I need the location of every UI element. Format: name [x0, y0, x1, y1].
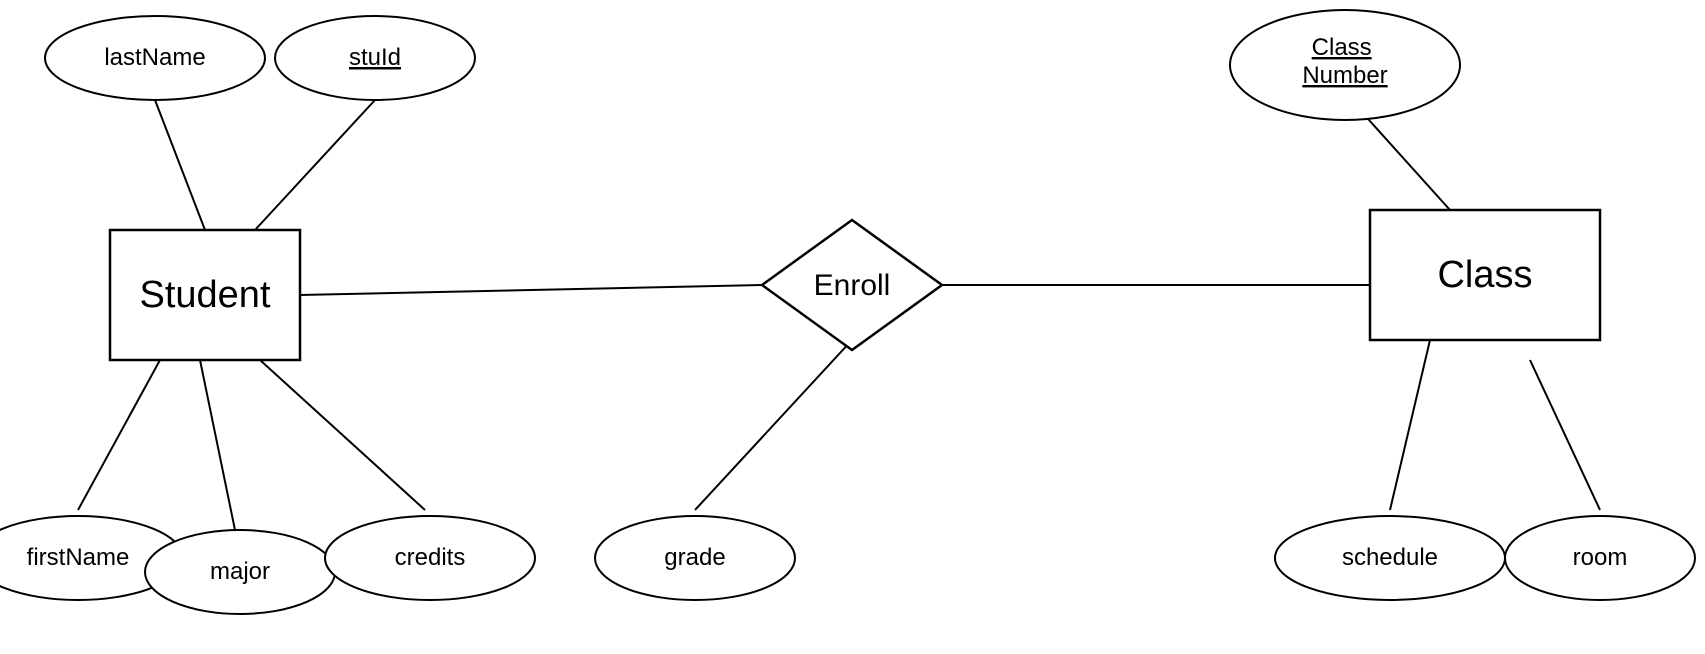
stuId-label: stuId	[349, 44, 401, 71]
schedule-label: schedule	[1342, 544, 1438, 571]
student-label: Student	[140, 274, 271, 316]
class-label: Class	[1437, 254, 1532, 296]
enroll-label: Enroll	[814, 269, 891, 302]
firstName-label: firstName	[27, 544, 130, 571]
classNumber-label: Class Number	[1302, 34, 1387, 89]
lastName-label: lastName	[104, 44, 205, 71]
credits-label: credits	[395, 544, 466, 571]
er-diagram: Student Class Enroll lastName stuId firs…	[0, 0, 1705, 649]
room-label: room	[1573, 544, 1628, 571]
grade-label: grade	[664, 544, 725, 571]
major-label: major	[210, 558, 270, 585]
